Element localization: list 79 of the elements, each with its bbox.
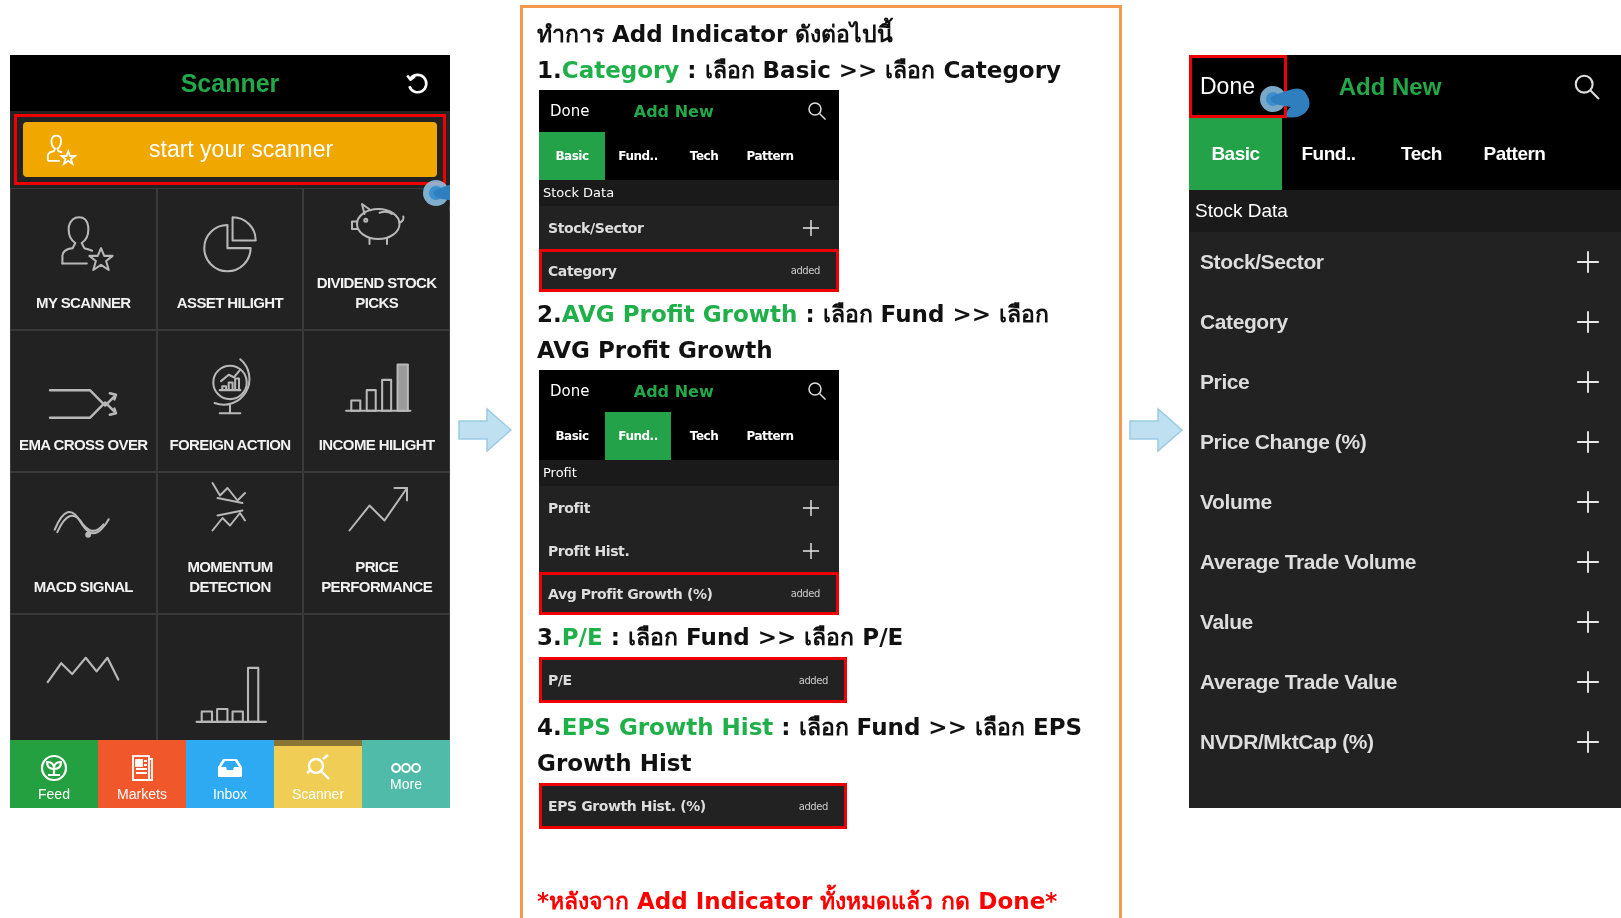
note-text: *หลังจาก Add Indicator ทั้งหมดแล้ว กด Done* [537, 883, 1058, 918]
row-label: Price [1200, 370, 1250, 394]
indicator-row[interactable]: Category added [539, 249, 839, 292]
instruction-heading: ทำการ Add Indicator ดังต่อไปนี้ [537, 16, 894, 52]
section-header: Stock Data [1189, 190, 1621, 232]
plus-icon [1576, 310, 1600, 334]
leaf-icon [39, 752, 69, 783]
added-label: added [798, 674, 828, 686]
indicator-row[interactable]: Avg Profit Growth (%) added [539, 572, 839, 615]
plus-icon [1576, 370, 1600, 394]
scanner-tile[interactable]: FOREIGN ACTION [156, 330, 304, 472]
row-label: Average Trade Volume [1200, 550, 1417, 574]
row-label: Stock/Sector [548, 219, 644, 236]
tile-label: INCOME HILIGHT [318, 435, 435, 455]
row-label: NVDR/MktCap (%) [1200, 730, 1374, 754]
plus-icon [802, 541, 820, 560]
added-label: added [790, 265, 820, 276]
indicator-row[interactable]: EPS Growth Hist. (%) added [539, 783, 847, 829]
plus-icon [1576, 490, 1600, 514]
step-text: 1.Category : เลือก Basic >> เลือก Category [537, 56, 1061, 85]
indicator-row[interactable]: P/E added [539, 657, 847, 703]
plus-icon [802, 218, 820, 237]
row-label: Value [1200, 610, 1253, 634]
row-label: Profit Hist. [548, 542, 630, 559]
tile-label: MACD SIGNAL [33, 577, 133, 597]
plus-icon [1576, 610, 1600, 634]
scanner-tile[interactable]: MY SCANNER [10, 188, 157, 330]
tile-label: EMA CROSS OVER [19, 435, 148, 455]
row-label: Category [548, 262, 617, 279]
scanner-tile[interactable]: MACD SIGNAL [10, 472, 157, 614]
row-label: P/E [548, 672, 572, 688]
row-label: EPS Growth Hist. (%) [548, 798, 706, 814]
zigzag-line-icon [45, 655, 122, 685]
step-text: 2.AVG Profit Growth : เลือก Fund >> เลือก AVG Profit Growth [537, 300, 1050, 365]
scanner-tile[interactable]: PRICE PERFORMANCE [303, 472, 450, 614]
added-label: added [790, 588, 820, 599]
row-label: Price Change (%) [1200, 430, 1367, 454]
section-header: Profit [539, 460, 839, 486]
plus-icon [1576, 430, 1600, 454]
screen-title: Scanner [180, 68, 280, 98]
done-button[interactable]: Done [539, 375, 601, 407]
plus-icon [1576, 730, 1600, 754]
scanner-tile[interactable]: EMA CROSS OVER [10, 330, 157, 472]
tile-label: MOMENTUM DETECTION [186, 557, 274, 597]
added-label: added [798, 800, 828, 812]
tile-label: DIVIDEND STOCK PICKS [315, 273, 438, 313]
row-label: Profit [548, 499, 590, 516]
row-label: Volume [1200, 490, 1272, 514]
tile-label: PRICE PERFORMANCE [320, 557, 434, 597]
screen-title: Add New [1338, 72, 1442, 101]
search-icon [807, 101, 827, 121]
scanner-tile[interactable]: INCOME HILIGHT [303, 330, 450, 472]
section-header: Stock Data [539, 180, 839, 206]
tile-label: MY SCANNER [36, 293, 131, 313]
right-arrow-icon [1128, 405, 1184, 455]
tile-label: ASSET HILIGHT [176, 293, 284, 313]
screen-title: Add New [633, 101, 714, 121]
step-text: 3.P/E : เลือก Fund >> เลือก P/E [537, 623, 904, 652]
plus-icon [1576, 250, 1600, 274]
right-arrow-icon [457, 405, 513, 455]
tile-label: FOREIGN ACTION [169, 435, 291, 455]
done-button[interactable]: Done [539, 95, 601, 127]
plus-icon [1576, 670, 1600, 694]
search-icon [807, 381, 827, 401]
row-label: Avg Profit Growth (%) [548, 585, 713, 602]
scanner-tile[interactable]: ASSET HILIGHT [156, 188, 304, 330]
scanner-tile[interactable]: MOMENTUM DETECTION [156, 472, 304, 614]
screen-title: Add New [633, 381, 714, 401]
done-button[interactable]: Done [1189, 55, 1287, 118]
plus-icon [802, 498, 820, 517]
search-icon [1573, 72, 1601, 101]
step-text: 4.EPS Growth Hist : เลือก Fund >> เลือก EPS Growth Hist [537, 713, 1084, 778]
row-label: Category [1200, 310, 1288, 334]
scanner-tile[interactable]: DIVIDEND STOCK PICKS [303, 188, 450, 330]
crossing-lines-icon [47, 387, 120, 421]
plus-icon [1576, 550, 1600, 574]
dots-icon [391, 762, 421, 773]
row-label: Average Trade Value [1200, 670, 1398, 694]
row-label: Stock/Sector [1200, 250, 1324, 274]
